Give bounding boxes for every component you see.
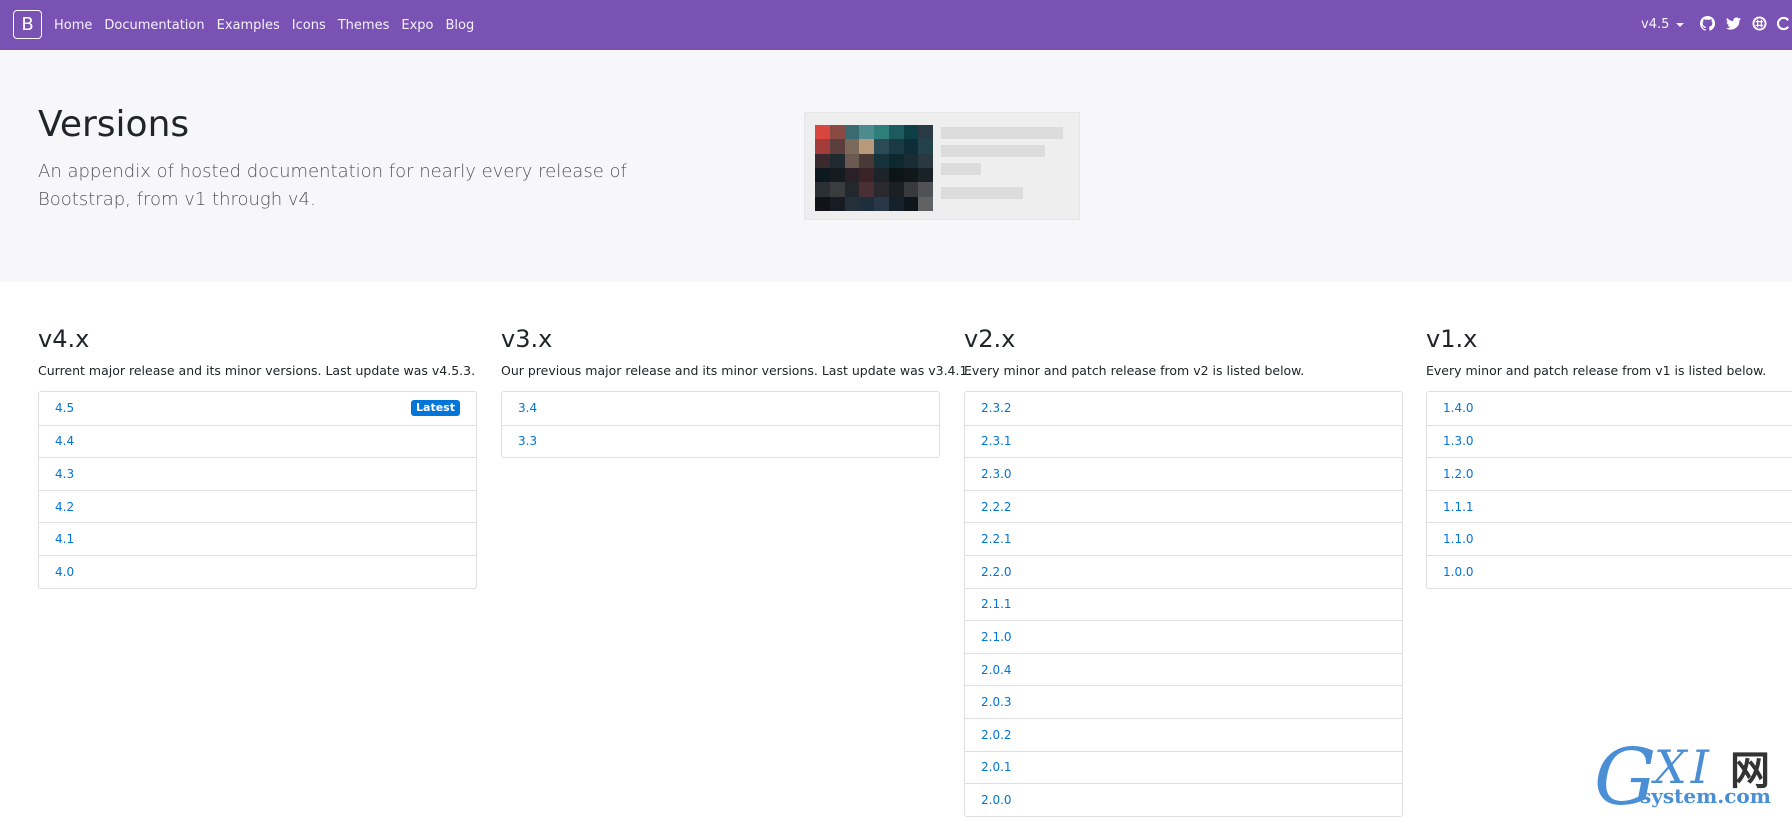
- version-link[interactable]: 2.3.1: [981, 434, 1012, 448]
- version-link[interactable]: 4.0: [55, 565, 74, 579]
- nav-link-examples[interactable]: Examples: [217, 18, 280, 33]
- column-description: Current major release and its minor vers…: [38, 363, 476, 378]
- ad-text-blurred[interactable]: [941, 125, 1071, 211]
- hero-lead-text: An appendix of hosted documentation for …: [38, 161, 627, 210]
- version-list: 1.4.0 1.3.0 1.2.0 1.1.1 1.1.0 1.0.0: [1426, 391, 1792, 589]
- version-list-item: 2.3.0: [965, 457, 1402, 490]
- column-v4: v4.x Current major release and its minor…: [38, 325, 477, 589]
- version-list: 3.4 3.3: [501, 391, 940, 459]
- version-link[interactable]: 2.2.2: [981, 500, 1012, 514]
- column-description: Every minor and patch release from v1 is…: [1426, 363, 1767, 378]
- column-title: v4.x: [38, 325, 90, 353]
- twitter-icon[interactable]: [1724, 14, 1742, 32]
- version-list-item: 2.2.1: [965, 522, 1402, 555]
- version-dropdown[interactable]: v4.5: [1641, 17, 1685, 32]
- column-v3: v3.x Our previous major release and its …: [501, 325, 972, 459]
- version-list-item: 4.1: [39, 522, 476, 555]
- watermark-site: system.com: [1640, 784, 1771, 808]
- version-list-item: 4.2: [39, 489, 476, 523]
- version-list-item: 2.0.0: [965, 783, 1402, 816]
- version-list-item: 1.2.0: [1427, 457, 1792, 490]
- version-link[interactable]: 1.4.0: [1443, 401, 1474, 415]
- top-navbar: B Home Documentation Examples Icons Them…: [0, 0, 1792, 50]
- latest-badge: Latest: [411, 400, 460, 416]
- page-title: Versions: [38, 104, 190, 145]
- nav-links: Home Documentation Examples Icons Themes…: [54, 0, 474, 50]
- version-label: v4.5: [1641, 17, 1670, 32]
- version-link[interactable]: 2.3.2: [981, 401, 1012, 415]
- version-link[interactable]: 4.4: [55, 434, 74, 448]
- version-link[interactable]: 2.0.2: [981, 728, 1012, 742]
- slack-icon[interactable]: [1750, 14, 1768, 32]
- version-link[interactable]: 2.2.0: [981, 565, 1012, 579]
- version-list-item: 3.3: [502, 424, 939, 458]
- chevron-down-icon: [1676, 22, 1685, 27]
- version-list: 4.5 Latest 4.4 4.3 4.2 4.1 4.0: [38, 391, 477, 589]
- version-list: 2.3.2 2.3.1 2.3.0 2.2.2 2.2.1 2.2.0 2.1.1 2.1.0…: [964, 391, 1403, 817]
- version-link[interactable]: 2.3.0: [981, 467, 1012, 481]
- version-list-item: 2.2.0: [965, 554, 1402, 588]
- bootstrap-logo[interactable]: B: [13, 10, 42, 39]
- column-v1: v1.x Every minor and patch release from …: [1426, 325, 1792, 589]
- column-description: Every minor and patch release from v2 is…: [964, 363, 1305, 378]
- version-list-item: 2.0.1: [965, 750, 1402, 784]
- version-link[interactable]: 4.1: [55, 532, 74, 546]
- version-list-item: 2.1.0: [965, 620, 1402, 653]
- nav-link-blog[interactable]: Blog: [445, 18, 474, 33]
- version-list-item: 1.1.0: [1427, 522, 1792, 555]
- version-list-item: 2.3.2: [965, 392, 1402, 425]
- version-link[interactable]: 2.0.4: [981, 663, 1012, 677]
- carbon-ad[interactable]: [804, 112, 1080, 220]
- version-link[interactable]: 3.3: [518, 434, 537, 448]
- version-list-item: 4.0: [39, 554, 476, 588]
- version-link[interactable]: 1.1.0: [1443, 532, 1474, 546]
- version-list-item: 2.0.4: [965, 652, 1402, 686]
- nav-link-icons[interactable]: Icons: [292, 18, 326, 33]
- version-list-item: 4.5 Latest: [39, 392, 476, 425]
- version-link[interactable]: 3.4: [518, 401, 537, 415]
- version-list-item: 1.3.0: [1427, 424, 1792, 458]
- version-link[interactable]: 2.1.1: [981, 597, 1012, 611]
- watermark-logo: G XI 网 system.com: [1594, 738, 1784, 824]
- version-list-item: 2.3.1: [965, 424, 1402, 458]
- version-link[interactable]: 2.2.1: [981, 532, 1012, 546]
- hero-section: Versions An appendix of hosted documenta…: [0, 50, 1792, 282]
- column-description: Our previous major release and its minor…: [501, 363, 972, 378]
- version-list-item: 1.1.1: [1427, 489, 1792, 523]
- version-list-item: 2.2.2: [965, 489, 1402, 523]
- column-title: v2.x: [964, 325, 1016, 353]
- version-list-item: 2.1.1: [965, 587, 1402, 621]
- column-title: v1.x: [1426, 325, 1478, 353]
- version-link[interactable]: 1.2.0: [1443, 467, 1474, 481]
- version-list-item: 2.0.3: [965, 685, 1402, 718]
- nav-link-documentation[interactable]: Documentation: [104, 18, 204, 33]
- version-list-item: 1.4.0: [1427, 392, 1792, 425]
- version-link[interactable]: 2.1.0: [981, 630, 1012, 644]
- version-list-item: 2.0.2: [965, 717, 1402, 751]
- version-link[interactable]: 1.0.0: [1443, 565, 1474, 579]
- nav-link-expo[interactable]: Expo: [401, 18, 433, 33]
- version-link[interactable]: 2.0.3: [981, 695, 1012, 709]
- github-icon[interactable]: [1698, 14, 1716, 32]
- version-list-item: 3.4: [502, 392, 939, 425]
- version-list-item: 4.3: [39, 457, 476, 490]
- column-v2: v2.x Every minor and patch release from …: [964, 325, 1403, 817]
- opencollective-icon[interactable]: [1774, 14, 1792, 32]
- nav-link-home[interactable]: Home: [54, 18, 92, 33]
- version-link[interactable]: 2.0.1: [981, 760, 1012, 774]
- version-link[interactable]: 4.5: [55, 401, 74, 415]
- ad-image[interactable]: [815, 125, 933, 211]
- version-list-item: 4.4: [39, 424, 476, 458]
- version-list-item: 1.0.0: [1427, 554, 1792, 588]
- column-title: v3.x: [501, 325, 553, 353]
- version-link[interactable]: 4.3: [55, 467, 74, 481]
- version-link[interactable]: 4.2: [55, 500, 74, 514]
- version-link[interactable]: 1.3.0: [1443, 434, 1474, 448]
- version-link[interactable]: 2.0.0: [981, 793, 1012, 807]
- nav-link-themes[interactable]: Themes: [338, 18, 390, 33]
- version-link[interactable]: 1.1.1: [1443, 500, 1474, 514]
